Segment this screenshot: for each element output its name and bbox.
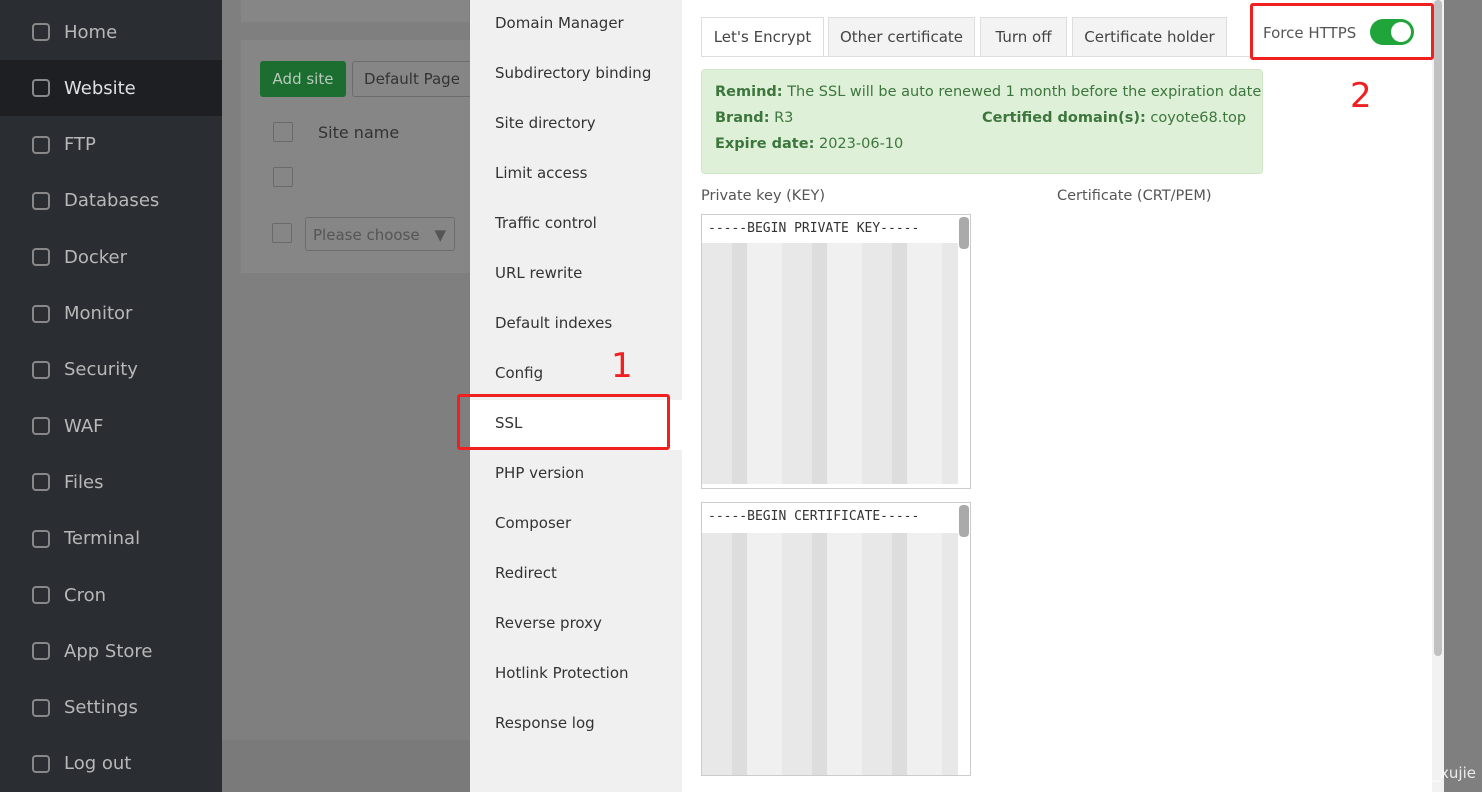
private-key-label: Private key (KEY) — [701, 188, 825, 204]
sidebar-item-files[interactable]: Files — [0, 454, 222, 510]
remind-text: The SSL will be auto renewed 1 month bef… — [787, 84, 1262, 100]
nav-item-domain-manager[interactable]: Domain Manager — [495, 14, 624, 32]
nav-item-config[interactable]: Config — [495, 364, 543, 382]
nav-item-site-directory[interactable]: Site directory — [495, 114, 596, 132]
sidebar-item-label: Terminal — [64, 528, 141, 550]
globe-icon — [32, 79, 50, 98]
sidebar-item-settings[interactable]: Settings — [0, 680, 222, 736]
shield-icon — [32, 360, 50, 379]
sidebar-item-label: Cron — [64, 584, 106, 606]
folder-icon — [32, 473, 50, 492]
monitor-icon — [32, 304, 50, 323]
nav-item-php-version[interactable]: PHP version — [495, 464, 584, 482]
brand-value: R3 — [774, 110, 794, 126]
domain-label: Certified domain(s): — [982, 110, 1146, 126]
redacted-content — [702, 243, 958, 484]
nav-item-subdirectory-binding[interactable]: Subdirectory binding — [495, 64, 651, 82]
nav-item-response-log[interactable]: Response log — [495, 714, 595, 732]
annotation-number-2: 2 — [1350, 76, 1372, 116]
annotation-box-force-https — [1250, 3, 1434, 60]
docker-icon — [32, 248, 50, 267]
sidebar-item-label: Log out — [64, 753, 132, 775]
bulk-checkbox[interactable] — [272, 223, 292, 243]
sidebar-item-databases[interactable]: Databases — [0, 173, 222, 229]
sidebar-item-label: Website — [64, 77, 136, 99]
tab-let-s-encrypt[interactable]: Let's Encrypt — [701, 17, 824, 57]
database-icon — [32, 191, 50, 210]
sidebar-item-label: Home — [64, 21, 118, 43]
sidebar-item-label: Security — [64, 359, 138, 381]
nav-item-hotlink-protection[interactable]: Hotlink Protection — [495, 664, 629, 682]
tab-other-certificate[interactable]: Other certificate — [828, 17, 975, 57]
sidebar-item-log-out[interactable]: Log out — [0, 736, 222, 792]
sidebar-item-website[interactable]: Website — [0, 60, 222, 117]
redacted-content — [702, 533, 958, 775]
bulk-action-select[interactable]: Please choose ▼ — [305, 217, 455, 251]
grid-icon — [32, 642, 50, 661]
sidebar-item-label: Settings — [64, 697, 138, 719]
sidebar-item-label: Monitor — [64, 303, 133, 324]
sidebar-item-label: Files — [64, 471, 104, 493]
ftp-icon — [32, 135, 50, 154]
tab-divider — [701, 56, 1251, 57]
certificate-label: Certificate (CRT/PEM) — [1057, 188, 1212, 204]
add-site-button[interactable]: Add site — [260, 61, 346, 97]
select-placeholder: Please choose — [313, 226, 420, 244]
nav-item-reverse-proxy[interactable]: Reverse proxy — [495, 614, 602, 632]
sidebar-item-waf[interactable]: WAF — [0, 398, 222, 454]
cert-first-line: -----BEGIN CERTIFICATE----- — [708, 509, 920, 524]
brand-label: Brand: — [715, 110, 770, 126]
nav-item-limit-access[interactable]: Limit access — [495, 164, 588, 182]
nav-item-redirect[interactable]: Redirect — [495, 564, 557, 582]
sidebar-item-terminal[interactable]: Terminal — [0, 511, 222, 567]
annotation-number-1: 1 — [611, 346, 633, 386]
sidebar-item-docker[interactable]: Docker — [0, 229, 222, 285]
nav-item-traffic-control[interactable]: Traffic control — [495, 214, 597, 232]
row-checkbox[interactable] — [273, 167, 293, 187]
expire-value: 2023-06-10 — [818, 136, 904, 152]
nav-item-composer[interactable]: Composer — [495, 514, 571, 532]
sidebar-item-label: Databases — [64, 190, 160, 212]
sidebar: Home Website FTP Databases Docker Monitor Secu… — [0, 0, 222, 792]
select-all-checkbox[interactable] — [273, 122, 293, 142]
certificate-textarea[interactable]: -----BEGIN CERTIFICATE----- — [701, 502, 971, 776]
expire-label: Expire date: — [715, 136, 815, 152]
domain-value: coyote68.top — [1150, 110, 1247, 126]
tab-turn-off[interactable]: Turn off — [980, 17, 1067, 57]
sidebar-item-home[interactable]: Home — [0, 4, 222, 60]
sidebar-item-cron[interactable]: Cron — [0, 567, 222, 623]
terminal-icon — [32, 529, 50, 548]
sidebar-item-security[interactable]: Security — [0, 342, 222, 398]
home-icon — [32, 23, 50, 41]
nav-item-default-indexes[interactable]: Default indexes — [495, 314, 612, 332]
sidebar-item-ftp[interactable]: FTP — [0, 117, 222, 173]
sidebar-item-monitor[interactable]: Monitor — [0, 286, 222, 342]
calendar-icon — [32, 586, 50, 604]
default-page-button[interactable]: Default Page — [352, 61, 472, 97]
ssl-info-box: Remind: The SSL will be auto renewed 1 m… — [701, 69, 1263, 174]
sidebar-item-label: FTP — [64, 134, 96, 156]
sidebar-item-app-store[interactable]: App Store — [0, 623, 222, 679]
bg-card — [241, 0, 469, 22]
textarea-scrollbar[interactable] — [959, 217, 969, 249]
annotation-box-ssl — [457, 394, 670, 450]
key-first-line: -----BEGIN PRIVATE KEY----- — [708, 221, 920, 236]
chevron-down-icon: ▼ — [434, 226, 446, 244]
waf-shield-icon — [32, 417, 50, 436]
private-key-textarea[interactable]: -----BEGIN PRIVATE KEY----- — [701, 214, 971, 489]
site-name-header[interactable]: Site name — [318, 123, 399, 142]
remind-label: Remind: — [715, 84, 783, 100]
tab-certificate-holder[interactable]: Certificate holder — [1072, 17, 1227, 57]
gear-icon — [32, 698, 50, 717]
logout-icon — [32, 754, 50, 773]
watermark: CSDN @coyote_xujie — [1319, 764, 1476, 782]
textarea-scrollbar[interactable] — [959, 505, 969, 537]
nav-item-url-rewrite[interactable]: URL rewrite — [495, 264, 582, 282]
sidebar-item-label: WAF — [64, 415, 104, 437]
footer — [222, 740, 470, 792]
sidebar-item-label: App Store — [64, 640, 153, 662]
sidebar-item-label: Docker — [64, 246, 128, 268]
modal-scrollbar[interactable] — [1432, 0, 1444, 792]
